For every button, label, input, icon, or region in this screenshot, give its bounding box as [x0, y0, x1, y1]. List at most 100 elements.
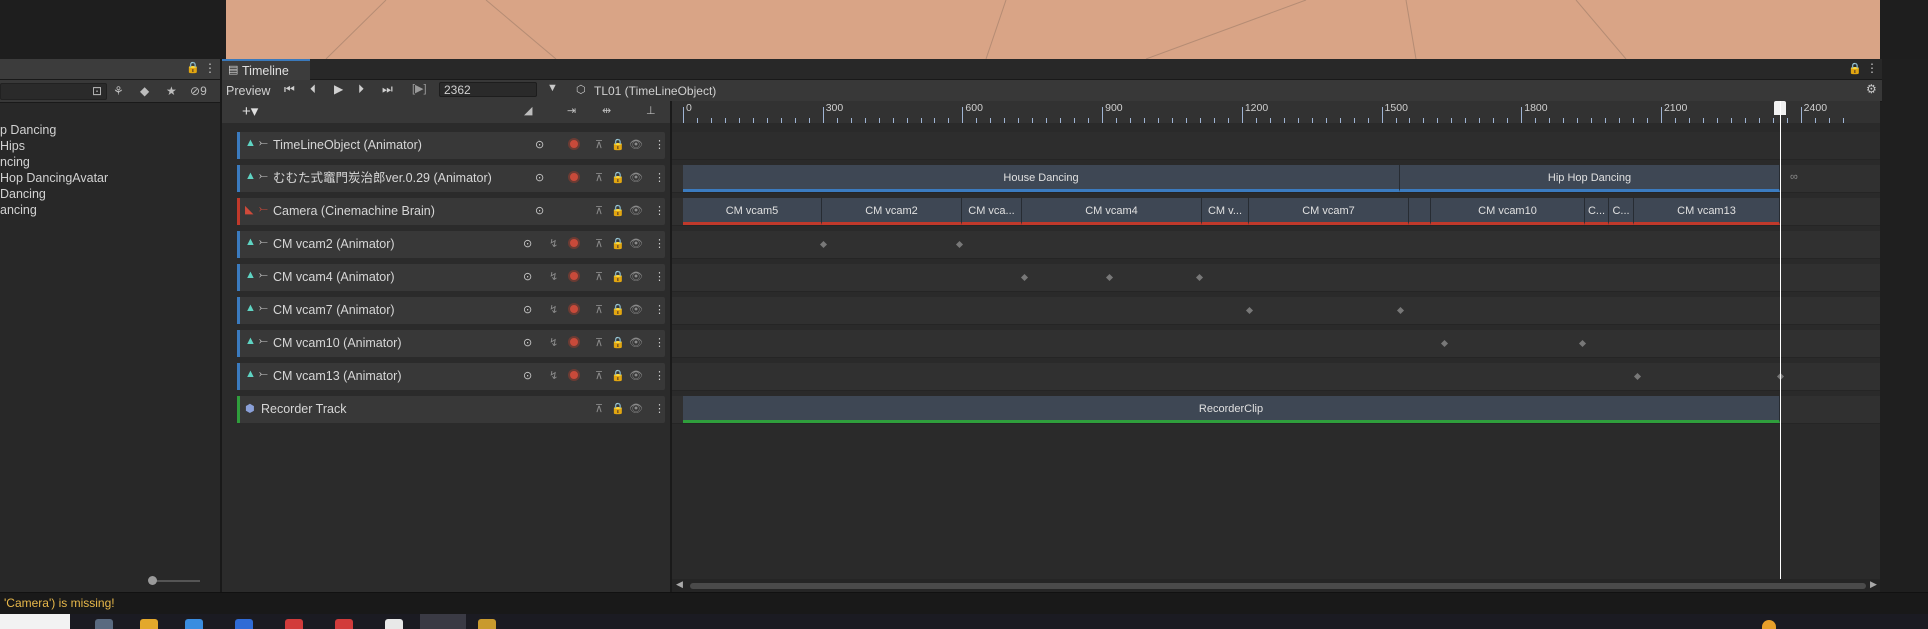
- hierarchy-item[interactable]: Hips: [0, 138, 25, 154]
- lock-icon[interactable]: 🔒: [611, 303, 625, 316]
- taskbar-app-icon[interactable]: [335, 619, 353, 629]
- lock-track-icon[interactable]: ⊼: [595, 303, 603, 316]
- add-track-button[interactable]: +▾: [242, 102, 258, 120]
- camera-clip[interactable]: [1409, 198, 1431, 225]
- camera-clip[interactable]: CM v...: [1202, 198, 1249, 225]
- keyframe[interactable]: [1195, 273, 1204, 282]
- curves-icon[interactable]: ↯: [549, 369, 558, 382]
- track-lane[interactable]: RecorderClip: [672, 396, 1880, 424]
- record-button[interactable]: [568, 270, 580, 282]
- search-type-icon[interactable]: ⊡: [92, 84, 102, 98]
- more-menu-icon[interactable]: ⋮: [654, 270, 665, 283]
- animation-clip[interactable]: Hip Hop Dancing: [1400, 165, 1780, 192]
- taskbar-app-icon[interactable]: [478, 619, 496, 629]
- scroll-left-icon[interactable]: ◀: [676, 579, 683, 590]
- frame-number-field[interactable]: 2362: [439, 82, 537, 97]
- track-lane[interactable]: [672, 330, 1880, 358]
- record-button[interactable]: [568, 171, 580, 183]
- curves-icon[interactable]: ↯: [549, 237, 558, 250]
- camera-clip[interactable]: C...: [1609, 198, 1634, 225]
- lock-icon[interactable]: 🔒: [611, 237, 625, 250]
- next-frame-icon[interactable]: ⏵: [358, 82, 364, 97]
- lock-icon[interactable]: 🔒: [611, 204, 625, 217]
- hierarchy-item[interactable]: Hop DancingAvatar: [0, 170, 108, 186]
- more-menu-icon[interactable]: ⋮: [204, 61, 216, 75]
- keyframe[interactable]: [1440, 339, 1449, 348]
- visibility-eye-icon[interactable]: 👁: [629, 369, 643, 382]
- more-menu-icon[interactable]: ⋮: [1866, 61, 1878, 75]
- camera-clip[interactable]: C...: [1585, 198, 1609, 225]
- tab-timeline[interactable]: ▤ Timeline: [222, 59, 310, 80]
- camera-clip[interactable]: CM vcam13: [1634, 198, 1780, 225]
- hierarchy-item[interactable]: p Dancing: [0, 122, 56, 138]
- snap-icon[interactable]: ⇥: [567, 104, 576, 117]
- keyframe[interactable]: [1245, 306, 1254, 315]
- target-picker-icon[interactable]: ⊙: [535, 171, 544, 184]
- go-to-end-icon[interactable]: ⏭: [382, 82, 393, 97]
- lock-track-icon[interactable]: ⊼: [595, 138, 603, 151]
- lock-track-icon[interactable]: ⊼: [595, 237, 603, 250]
- track-lane[interactable]: CM vcam5 CM vcam2 CM vca... CM vcam4 CM …: [672, 198, 1880, 226]
- lock-icon[interactable]: 🔒: [1848, 62, 1862, 75]
- more-menu-icon[interactable]: ⋮: [654, 369, 665, 382]
- target-picker-icon[interactable]: ⊙: [523, 336, 532, 349]
- target-picker-icon[interactable]: ⊙: [535, 204, 544, 217]
- more-menu-icon[interactable]: ⋮: [654, 138, 665, 151]
- lock-icon[interactable]: 🔒: [611, 270, 625, 283]
- pin-marker-icon[interactable]: ⊥: [646, 104, 656, 117]
- keyframe[interactable]: [1105, 273, 1114, 282]
- target-picker-icon[interactable]: ⊙: [523, 270, 532, 283]
- visibility-eye-icon[interactable]: 👁: [629, 402, 643, 415]
- hierarchy-item[interactable]: Dancing: [0, 186, 46, 202]
- lock-icon[interactable]: 🔒: [186, 61, 200, 74]
- zoom-slider-track[interactable]: [150, 580, 200, 582]
- more-menu-icon[interactable]: ⋮: [654, 171, 665, 184]
- taskbar-folder-icon[interactable]: [140, 619, 158, 629]
- record-button[interactable]: [568, 138, 580, 150]
- scene-visibility-icon[interactable]: ⚘: [113, 84, 124, 98]
- animation-clip[interactable]: House Dancing: [683, 165, 1400, 192]
- camera-clip[interactable]: CM vcam10: [1431, 198, 1585, 225]
- track-lane[interactable]: [672, 132, 1880, 160]
- camera-clip[interactable]: CM vcam4: [1022, 198, 1202, 225]
- more-menu-icon[interactable]: ⋮: [654, 237, 665, 250]
- track-header[interactable]: ⬢ Recorder Track ⊼ 🔒 👁 ⋮: [237, 396, 665, 423]
- previous-frame-icon[interactable]: ⏴: [310, 82, 316, 97]
- track-lane[interactable]: [672, 363, 1880, 391]
- camera-clip[interactable]: CM vcam2: [822, 198, 962, 225]
- lock-icon[interactable]: 🔒: [611, 171, 625, 184]
- hierarchy-item[interactable]: ancing: [0, 202, 37, 218]
- play-range-icon[interactable]: [▶]: [412, 82, 427, 95]
- lock-track-icon[interactable]: ⊼: [595, 270, 603, 283]
- lock-icon[interactable]: 🔒: [611, 369, 625, 382]
- visibility-eye-icon[interactable]: 👁: [629, 270, 643, 283]
- zoom-slider-knob[interactable]: [148, 576, 157, 585]
- target-picker-icon[interactable]: ⊙: [523, 237, 532, 250]
- more-menu-icon[interactable]: ⋮: [654, 303, 665, 316]
- keyframe[interactable]: [1020, 273, 1029, 282]
- record-button[interactable]: [568, 237, 580, 249]
- taskbar-active-app[interactable]: [420, 614, 466, 629]
- track-header[interactable]: ▲ ⤚ CM vcam13 (Animator) ⊙ ↯ ⊼ 🔒 👁 ⋮: [237, 363, 665, 390]
- taskbar-search-box[interactable]: [0, 614, 70, 629]
- curves-toggle-icon[interactable]: ◢: [524, 104, 532, 117]
- recorder-clip[interactable]: RecorderClip: [683, 396, 1780, 423]
- binding-field[interactable]: [267, 137, 507, 154]
- target-picker-icon[interactable]: ⊙: [535, 138, 544, 151]
- track-header[interactable]: ▲ ⤚ CM vcam10 (Animator) ⊙ ↯ ⊼ 🔒 👁 ⋮: [237, 330, 665, 357]
- taskbar-app-icon[interactable]: [385, 619, 403, 629]
- taskbar-app-icon[interactable]: [235, 619, 253, 629]
- track-header[interactable]: ▲ ⤚ CM vcam4 (Animator) ⊙ ↯ ⊼ 🔒 👁 ⋮: [237, 264, 665, 291]
- keyframe[interactable]: [1396, 306, 1405, 315]
- record-button[interactable]: [568, 303, 580, 315]
- track-header[interactable]: ▲ ⤚ CM vcam7 (Animator) ⊙ ↯ ⊼ 🔒 👁 ⋮: [237, 297, 665, 324]
- lock-icon[interactable]: 🔒: [611, 138, 625, 151]
- target-picker-icon[interactable]: ⊙: [523, 303, 532, 316]
- lock-track-icon[interactable]: ⊼: [595, 336, 603, 349]
- camera-clip[interactable]: CM vca...: [962, 198, 1022, 225]
- target-picker-icon[interactable]: ⊙: [523, 369, 532, 382]
- frame-dropdown-icon[interactable]: ▼: [547, 82, 558, 94]
- visibility-eye-icon[interactable]: 👁: [629, 138, 643, 151]
- status-warning-message[interactable]: 'Camera') is missing!: [4, 596, 115, 610]
- visibility-eye-icon[interactable]: 👁: [629, 303, 643, 316]
